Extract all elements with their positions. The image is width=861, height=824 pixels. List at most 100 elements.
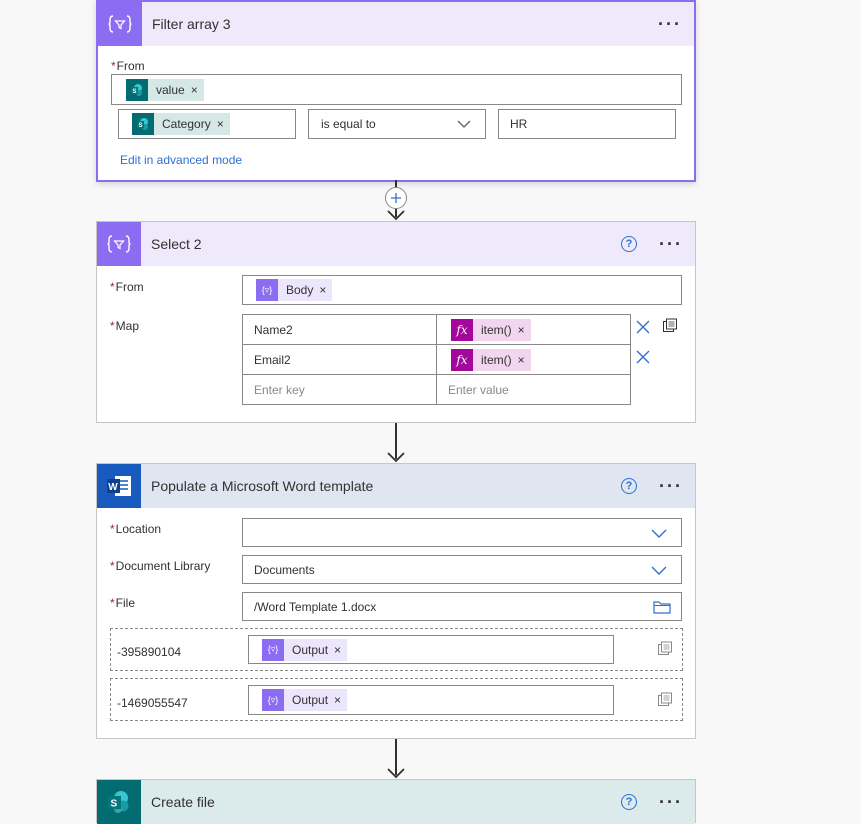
switch-to-text-mode-icon[interactable] bbox=[662, 318, 678, 334]
map-key-cell[interactable]: Enter key bbox=[242, 374, 437, 405]
file-label: *File bbox=[110, 596, 135, 610]
token-label: value bbox=[148, 79, 191, 101]
remove-token-button[interactable]: × bbox=[518, 319, 531, 341]
chevron-down-icon bbox=[457, 116, 471, 132]
map-key: Email2 bbox=[254, 353, 291, 367]
operator-dropdown[interactable]: is equal to bbox=[308, 109, 486, 139]
token-label: item() bbox=[473, 349, 518, 371]
create-file-header[interactable]: S Create file ? ··· bbox=[97, 780, 695, 824]
remove-token-button[interactable]: × bbox=[217, 113, 230, 135]
more-options-button[interactable]: ··· bbox=[659, 797, 683, 807]
token-label: Category bbox=[154, 113, 217, 135]
svg-text:S: S bbox=[111, 799, 118, 810]
map-value-cell[interactable]: fx item() × bbox=[436, 344, 631, 375]
fx-icon: fx bbox=[451, 349, 473, 371]
variable-icon: {▿} bbox=[262, 689, 284, 711]
more-options-button[interactable]: ··· bbox=[658, 19, 682, 29]
delete-row-icon[interactable] bbox=[636, 320, 650, 334]
fx-icon: fx bbox=[451, 319, 473, 341]
file-value: /Word Template 1.docx bbox=[254, 600, 376, 614]
remove-token-button[interactable]: × bbox=[518, 349, 531, 371]
output-token[interactable]: {▿} Output × bbox=[262, 639, 347, 661]
card-title: Select 2 bbox=[151, 236, 621, 252]
from-label: *From bbox=[110, 280, 144, 294]
chevron-down-icon bbox=[651, 525, 667, 541]
chevron-down-icon bbox=[651, 562, 667, 578]
card-title: Filter array 3 bbox=[152, 16, 658, 32]
select-card[interactable]: Select 2 ? ··· *From {▿} Body × *Map Nam… bbox=[96, 221, 696, 423]
item-expression-token[interactable]: fx item() × bbox=[451, 349, 531, 371]
dynamic-field-label: -1469055547 bbox=[117, 696, 188, 710]
location-dropdown[interactable] bbox=[242, 518, 682, 547]
condition-value: HR bbox=[510, 117, 527, 131]
remove-token-button[interactable]: × bbox=[334, 689, 347, 711]
dynamic-field-input[interactable]: {▿} Output × bbox=[248, 635, 614, 664]
map-key-cell[interactable]: Email2 bbox=[242, 344, 437, 375]
filter-variable-icon bbox=[98, 2, 142, 46]
plus-icon bbox=[391, 193, 401, 203]
arrow-down-icon bbox=[387, 445, 405, 463]
svg-text:S: S bbox=[133, 89, 137, 95]
map-value-cell[interactable]: fx item() × bbox=[436, 314, 631, 345]
remove-token-button[interactable]: × bbox=[191, 79, 204, 101]
value-placeholder: Enter value bbox=[448, 383, 509, 397]
remove-token-button[interactable]: × bbox=[319, 279, 332, 301]
sharepoint-icon: S bbox=[97, 780, 141, 824]
category-token[interactable]: S Category × bbox=[132, 113, 230, 135]
location-label: *Location bbox=[110, 522, 161, 536]
arrow-down-icon bbox=[387, 761, 405, 779]
help-icon[interactable]: ? bbox=[621, 236, 637, 252]
create-file-card[interactable]: S Create file ? ··· bbox=[96, 779, 696, 823]
body-token[interactable]: {▿} Body × bbox=[256, 279, 332, 301]
text-mode-icon[interactable] bbox=[657, 641, 673, 657]
text-mode-icon[interactable] bbox=[657, 692, 673, 708]
more-options-button[interactable]: ··· bbox=[659, 239, 683, 249]
condition-value-field[interactable]: HR bbox=[498, 109, 676, 139]
token-label: Body bbox=[278, 279, 319, 301]
delete-row-icon[interactable] bbox=[636, 350, 650, 364]
map-value-cell[interactable]: Enter value bbox=[436, 374, 631, 405]
map-key: Name2 bbox=[254, 323, 293, 337]
more-options-button[interactable]: ··· bbox=[659, 481, 683, 491]
item-expression-token[interactable]: fx item() × bbox=[451, 319, 531, 341]
map-key-cell[interactable]: Name2 bbox=[242, 314, 437, 345]
document-library-label: *Document Library bbox=[110, 559, 210, 573]
document-library-value: Documents bbox=[254, 563, 315, 577]
variable-icon: {▿} bbox=[262, 639, 284, 661]
condition-left-field[interactable]: S Category × bbox=[118, 109, 296, 139]
dynamic-field-input[interactable]: {▿} Output × bbox=[248, 685, 614, 715]
from-field[interactable]: S value × bbox=[111, 74, 682, 105]
word-template-header[interactable]: W Populate a Microsoft Word template ? ·… bbox=[97, 464, 695, 508]
from-field[interactable]: {▿} Body × bbox=[242, 275, 682, 305]
document-library-dropdown[interactable]: Documents bbox=[242, 555, 682, 584]
file-field[interactable]: /Word Template 1.docx bbox=[242, 592, 682, 621]
operator-value: is equal to bbox=[321, 117, 376, 131]
word-icon: W bbox=[97, 464, 141, 508]
sharepoint-icon: S bbox=[126, 79, 148, 101]
select-variable-icon bbox=[97, 222, 141, 266]
help-icon[interactable]: ? bbox=[621, 794, 637, 810]
svg-text:W: W bbox=[108, 482, 118, 493]
token-label: item() bbox=[473, 319, 518, 341]
card-title: Create file bbox=[151, 794, 621, 810]
from-label: *From bbox=[111, 59, 145, 73]
filter-array-card[interactable]: Filter array 3 ··· *From S value × S Cat… bbox=[96, 0, 696, 182]
edit-advanced-mode-link[interactable]: Edit in advanced mode bbox=[120, 153, 242, 167]
help-icon[interactable]: ? bbox=[621, 478, 637, 494]
map-label: *Map bbox=[110, 319, 139, 333]
arrow-down-icon bbox=[387, 203, 405, 221]
dynamic-field-label: -395890104 bbox=[117, 645, 181, 659]
svg-text:S: S bbox=[139, 123, 143, 129]
filter-array-header[interactable]: Filter array 3 ··· bbox=[98, 2, 694, 46]
value-token[interactable]: S value × bbox=[126, 79, 204, 101]
output-token[interactable]: {▿} Output × bbox=[262, 689, 347, 711]
key-placeholder: Enter key bbox=[254, 383, 305, 397]
folder-icon[interactable] bbox=[653, 600, 671, 614]
card-title: Populate a Microsoft Word template bbox=[151, 478, 621, 494]
token-label: Output bbox=[284, 689, 334, 711]
select-header[interactable]: Select 2 ? ··· bbox=[97, 222, 695, 266]
populate-word-template-card[interactable]: W Populate a Microsoft Word template ? ·… bbox=[96, 463, 696, 739]
remove-token-button[interactable]: × bbox=[334, 639, 347, 661]
sharepoint-icon: S bbox=[132, 113, 154, 135]
token-label: Output bbox=[284, 639, 334, 661]
